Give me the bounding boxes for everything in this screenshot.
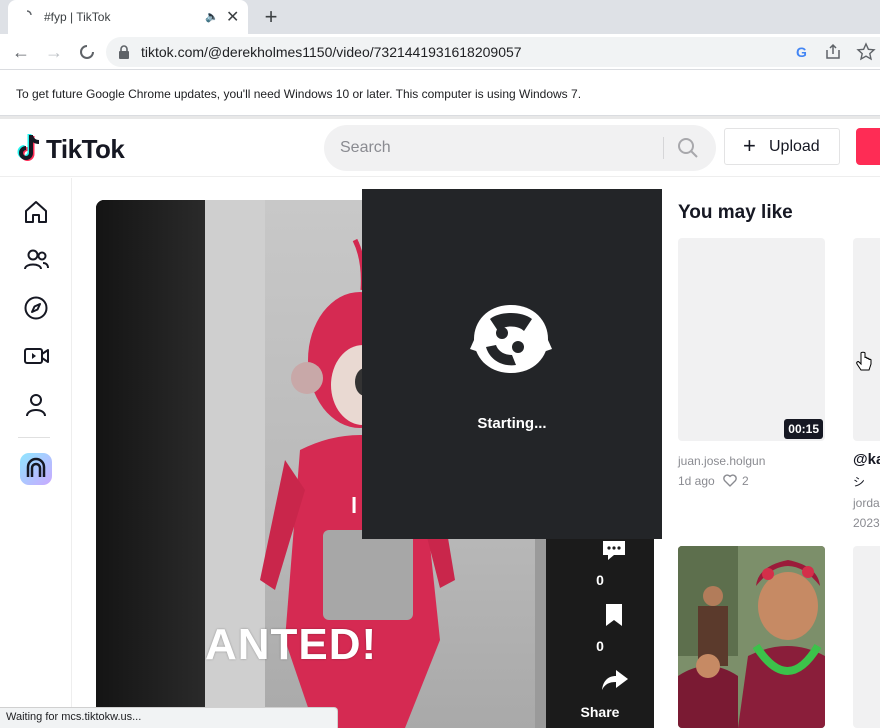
video-actions: 0 0 Share (546, 538, 654, 728)
card-author[interactable]: juan.jose.holgun (678, 454, 765, 468)
app-icon[interactable] (20, 453, 52, 485)
recommended-video-card[interactable] (678, 546, 825, 728)
card-age: 1d ago (678, 474, 715, 488)
update-infobar: To get future Google Chrome updates, you… (0, 71, 880, 116)
recommendations-title: You may like (678, 202, 793, 223)
comment-icon[interactable] (600, 538, 628, 562)
login-button[interactable] (856, 128, 880, 165)
audio-icon[interactable]: 🔈 (205, 10, 219, 23)
forward-arrow-icon[interactable]: → (42, 40, 66, 64)
tab-strip: #fyp | TikTok 🔈 ✕ + (0, 0, 880, 34)
video-caption-partial: l (351, 493, 358, 518)
recommended-video-card[interactable] (853, 546, 880, 728)
tab-title: #fyp | TikTok (44, 10, 111, 24)
tiktok-logo-icon (17, 134, 40, 161)
search-bar (324, 125, 716, 171)
tiktok-logo[interactable]: TikTok (16, 131, 146, 165)
svg-text:G: G (796, 44, 807, 60)
search-input[interactable] (340, 137, 640, 159)
new-tab-button[interactable]: + (261, 4, 281, 29)
card-likes: 2 (742, 474, 749, 488)
card-author[interactable]: jorda (853, 496, 880, 510)
url-text[interactable]: tiktok.com/@derekholmes1150/video/732144… (141, 44, 522, 60)
home-icon[interactable] (22, 198, 50, 226)
infobar-message: To get future Google Chrome updates, you… (16, 87, 582, 101)
logo-text: TikTok (46, 134, 125, 164)
card-age: 2023 (853, 516, 880, 530)
upload-label: Upload (769, 138, 820, 155)
status-text: Waiting for mcs.tiktokw.us... (6, 711, 142, 723)
lock-icon[interactable] (118, 45, 130, 59)
loading-icon (26, 10, 32, 16)
share-icon[interactable] (600, 668, 630, 692)
status-bar: Waiting for mcs.tiktokw.us... (0, 707, 338, 728)
plus-icon: + (743, 133, 756, 158)
loader-status-text: Starting... (477, 415, 547, 432)
loader-logo-icon (470, 305, 552, 373)
card-caption: シ (853, 475, 866, 489)
browser-tab[interactable]: #fyp | TikTok 🔈 ✕ (8, 0, 248, 34)
bookmark-icon[interactable] (604, 602, 624, 628)
video-thumbnail-image (678, 546, 825, 728)
video-letterbox (96, 200, 205, 728)
live-icon[interactable] (22, 342, 50, 370)
share-page-icon[interactable] (823, 42, 843, 62)
hand-cursor-icon (856, 351, 872, 371)
search-divider (663, 137, 664, 159)
address-bar[interactable]: tiktok.com/@derekholmes1150/video/732144… (106, 37, 880, 67)
google-icon[interactable]: G (792, 42, 812, 62)
browser-toolbar: ← → tiktok.com/@derekholmes1150/video/73… (0, 34, 880, 70)
comment-count: 0 (596, 572, 604, 588)
loading-overlay: Starting... (362, 189, 662, 539)
profile-icon[interactable] (22, 391, 50, 419)
video-duration-badge: 00:15 (784, 419, 823, 439)
search-icon[interactable] (676, 136, 700, 160)
following-icon[interactable] (22, 246, 50, 274)
upload-button[interactable]: + Upload (724, 128, 840, 165)
bookmark-count: 0 (596, 638, 604, 654)
sidebar-nav (0, 178, 72, 728)
video-text-overlay: ANTED! (205, 620, 378, 669)
card-handle[interactable]: @ka (853, 451, 880, 468)
tiktok-header: TikTok + Upload (0, 119, 880, 177)
explore-icon[interactable] (22, 294, 50, 322)
recommended-video-card[interactable] (853, 238, 880, 441)
sidebar-divider (18, 437, 50, 438)
bookmark-star-icon[interactable] (856, 42, 876, 62)
tab-close-icon[interactable]: ✕ (226, 7, 239, 27)
stop-loading-icon[interactable] (75, 40, 99, 64)
recommended-video-card[interactable]: 00:15 (678, 238, 825, 441)
heart-icon (723, 474, 737, 487)
share-label[interactable]: Share (546, 704, 654, 720)
back-arrow-icon[interactable]: ← (9, 40, 33, 64)
